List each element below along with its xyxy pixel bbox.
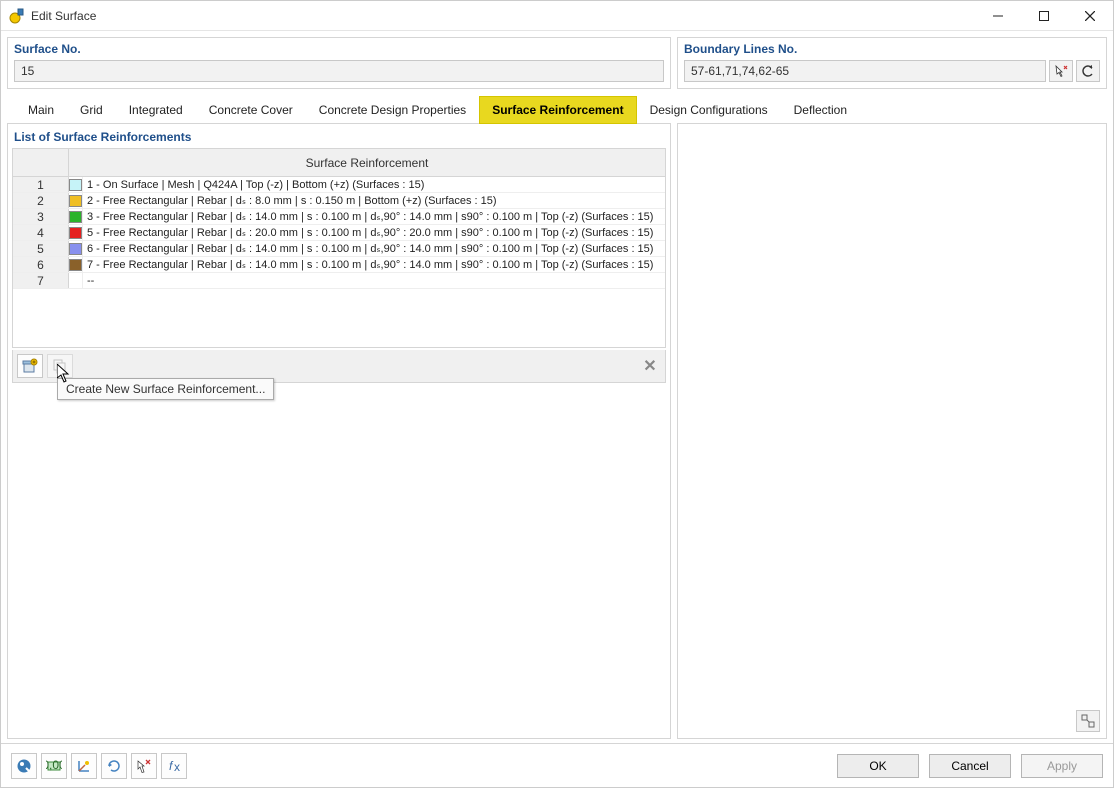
- grid-header: Surface Reinforcement: [13, 149, 665, 177]
- row-text: --: [83, 275, 665, 287]
- color-swatch: [69, 243, 82, 255]
- reverse-button[interactable]: [1076, 60, 1100, 82]
- table-row[interactable]: 1 1 - On Surface | Mesh | Q424A | Top (-…: [13, 177, 665, 193]
- create-new-reinforcement-button[interactable]: [17, 354, 43, 378]
- color-swatch: [69, 195, 82, 207]
- maximize-button[interactable]: [1021, 1, 1067, 31]
- tab-integrated[interactable]: Integrated: [116, 96, 196, 124]
- tab-grid[interactable]: Grid: [67, 96, 116, 124]
- preview-panel: [677, 123, 1107, 739]
- surface-no-group: Surface No.: [7, 37, 671, 89]
- tab-concrete-cover[interactable]: Concrete Cover: [196, 96, 306, 124]
- boundary-lines-input[interactable]: [684, 60, 1046, 82]
- app-icon: [9, 8, 25, 24]
- list-panel: List of Surface Reinforcements Surface R…: [7, 123, 671, 739]
- help-button[interactable]: [11, 753, 37, 779]
- svg-text:0,00: 0,00: [46, 758, 62, 772]
- filter-button[interactable]: [131, 753, 157, 779]
- cancel-button[interactable]: Cancel: [929, 754, 1011, 778]
- table-row[interactable]: 5 6 - Free Rectangular | Rebar | dₛ : 14…: [13, 241, 665, 257]
- list-title: List of Surface Reinforcements: [8, 124, 670, 148]
- row-number: 5: [13, 241, 69, 256]
- table-row[interactable]: 6 7 - Free Rectangular | Rebar | dₛ : 14…: [13, 257, 665, 273]
- table-row[interactable]: 4 5 - Free Rectangular | Rebar | dₛ : 20…: [13, 225, 665, 241]
- row-number: 7: [13, 273, 69, 288]
- row-number: 3: [13, 209, 69, 224]
- color-swatch: [69, 227, 82, 239]
- grid-header-rownum: [13, 149, 69, 176]
- delete-button[interactable]: ✕: [639, 355, 661, 377]
- units-button[interactable]: 0,00: [41, 753, 67, 779]
- surface-no-input[interactable]: [14, 60, 664, 82]
- tab-concrete-design-properties[interactable]: Concrete Design Properties: [306, 96, 479, 124]
- row-text: 1 - On Surface | Mesh | Q424A | Top (-z)…: [83, 179, 665, 191]
- reinforcement-grid[interactable]: Surface Reinforcement 1 1 - On Surface |…: [12, 148, 666, 348]
- tab-design-configurations[interactable]: Design Configurations: [637, 96, 781, 124]
- row-text: 7 - Free Rectangular | Rebar | dₛ : 14.0…: [83, 258, 665, 271]
- titlebar: Edit Surface: [1, 1, 1113, 31]
- tab-bar: Main Grid Integrated Concrete Cover Conc…: [7, 95, 1107, 123]
- surface-no-label: Surface No.: [14, 42, 664, 56]
- row-text: 3 - Free Rectangular | Rebar | dₛ : 14.0…: [83, 210, 665, 223]
- row-text: 2 - Free Rectangular | Rebar | dₛ : 8.0 …: [83, 194, 665, 207]
- boundary-lines-label: Boundary Lines No.: [684, 42, 1100, 56]
- tab-surface-reinforcement[interactable]: Surface Reinforcement: [479, 96, 636, 124]
- copy-reinforcement-button[interactable]: [47, 354, 73, 378]
- color-swatch: [69, 259, 82, 271]
- refresh-button[interactable]: [101, 753, 127, 779]
- apply-button[interactable]: Apply: [1021, 754, 1103, 778]
- tab-deflection[interactable]: Deflection: [781, 96, 860, 124]
- row-number: 2: [13, 193, 69, 208]
- grid-toolbar: ✕ Create New Surface Reinforcement...: [12, 350, 666, 383]
- color-swatch: [69, 211, 82, 223]
- row-number: 4: [13, 225, 69, 240]
- row-text: 5 - Free Rectangular | Rebar | dₛ : 20.0…: [83, 226, 665, 239]
- pick-lines-button[interactable]: [1049, 60, 1073, 82]
- row-number: 1: [13, 177, 69, 192]
- close-button[interactable]: [1067, 1, 1113, 31]
- row-text: 6 - Free Rectangular | Rebar | dₛ : 14.0…: [83, 242, 665, 255]
- boundary-lines-group: Boundary Lines No.: [677, 37, 1107, 89]
- color-swatch: [69, 179, 82, 191]
- table-row[interactable]: 7 --: [13, 273, 665, 289]
- grid-column-header[interactable]: Surface Reinforcement: [69, 149, 665, 176]
- coordinate-button[interactable]: [71, 753, 97, 779]
- preview-expand-button[interactable]: [1076, 710, 1100, 732]
- tooltip: Create New Surface Reinforcement...: [57, 378, 274, 400]
- function-button[interactable]: fx: [161, 753, 187, 779]
- row-number: 6: [13, 257, 69, 272]
- table-row[interactable]: 2 2 - Free Rectangular | Rebar | dₛ : 8.…: [13, 193, 665, 209]
- window-controls: [975, 1, 1113, 31]
- window-title: Edit Surface: [31, 9, 975, 23]
- table-row[interactable]: 3 3 - Free Rectangular | Rebar | dₛ : 14…: [13, 209, 665, 225]
- svg-text:x: x: [174, 760, 180, 774]
- dialog-footer: 0,00 fx OK Cancel Apply: [1, 743, 1113, 787]
- grid-body: 1 1 - On Surface | Mesh | Q424A | Top (-…: [13, 177, 665, 289]
- ok-button[interactable]: OK: [837, 754, 919, 778]
- tab-main[interactable]: Main: [15, 96, 67, 124]
- minimize-button[interactable]: [975, 1, 1021, 31]
